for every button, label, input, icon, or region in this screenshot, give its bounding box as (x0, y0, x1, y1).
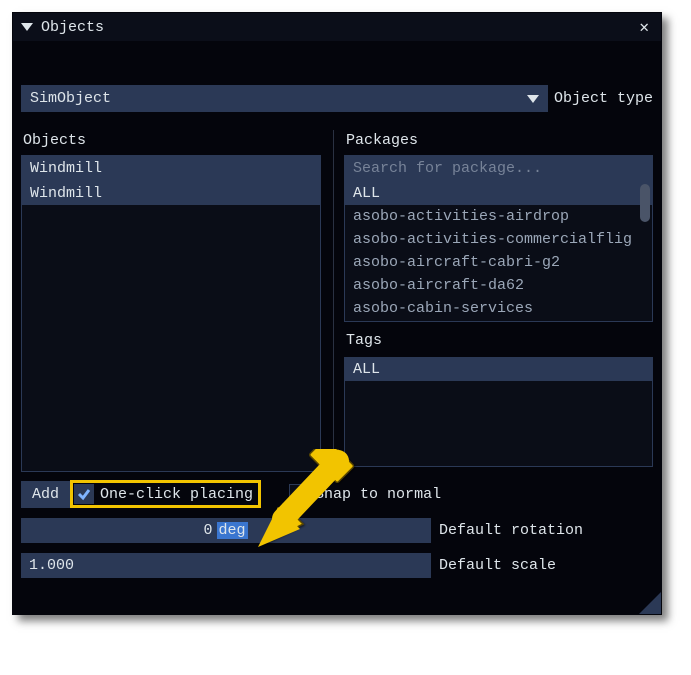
add-button[interactable]: Add (21, 481, 70, 508)
packages-heading: Packages (344, 130, 653, 151)
list-item[interactable]: ALL (345, 358, 652, 381)
list-item[interactable]: asobo-activities-commercialflig (345, 228, 652, 251)
chevron-down-icon (527, 95, 539, 103)
rotation-field[interactable]: 0 deg (21, 518, 431, 543)
rotation-label: Default rotation (439, 522, 583, 539)
objects-panel: Objects ✕ SimObject Object type Objects … (12, 12, 662, 615)
object-type-value: SimObject (30, 90, 111, 107)
check-icon (76, 486, 92, 502)
objects-filter-input[interactable] (21, 155, 321, 182)
list-item[interactable]: asobo-aircraft-cabri-g2 (345, 251, 652, 274)
titlebar: Objects ✕ (13, 13, 661, 41)
list-item[interactable]: asobo-activities-airdrop (345, 205, 652, 228)
object-type-label: Object type (554, 90, 653, 107)
scale-label: Default scale (439, 557, 556, 574)
list-item[interactable]: ALL (345, 182, 652, 205)
snap-checkbox[interactable] (289, 484, 309, 504)
one-click-checkbox[interactable] (74, 484, 94, 504)
tags-list[interactable]: ALL (344, 357, 653, 467)
packages-list[interactable]: ALL asobo-activities-airdrop asobo-activ… (344, 182, 653, 322)
list-item[interactable]: asobo-aircraft-da62 (345, 274, 652, 297)
list-item[interactable]: Windmill (22, 182, 320, 205)
window-title: Objects (41, 19, 635, 36)
collapse-icon[interactable] (21, 23, 33, 31)
packages-search-input[interactable] (344, 155, 653, 182)
resize-grip[interactable] (639, 592, 661, 614)
rotation-unit: deg (217, 522, 248, 539)
one-click-label: One-click placing (100, 486, 253, 503)
list-item[interactable]: asobo-cabin-services (345, 297, 652, 320)
rotation-value: 0 (29, 522, 217, 539)
scrollbar-thumb[interactable] (640, 184, 650, 222)
objects-list[interactable]: Windmill (21, 182, 321, 472)
one-click-highlight: One-click placing (70, 480, 261, 508)
close-icon[interactable]: ✕ (635, 17, 653, 37)
snap-label: Snap to normal (315, 486, 441, 503)
objects-heading: Objects (21, 130, 321, 151)
object-type-select[interactable]: SimObject (21, 85, 548, 112)
scale-field[interactable]: 1.000 (21, 553, 431, 578)
tags-heading: Tags (344, 330, 653, 351)
scale-value: 1.000 (29, 557, 74, 574)
